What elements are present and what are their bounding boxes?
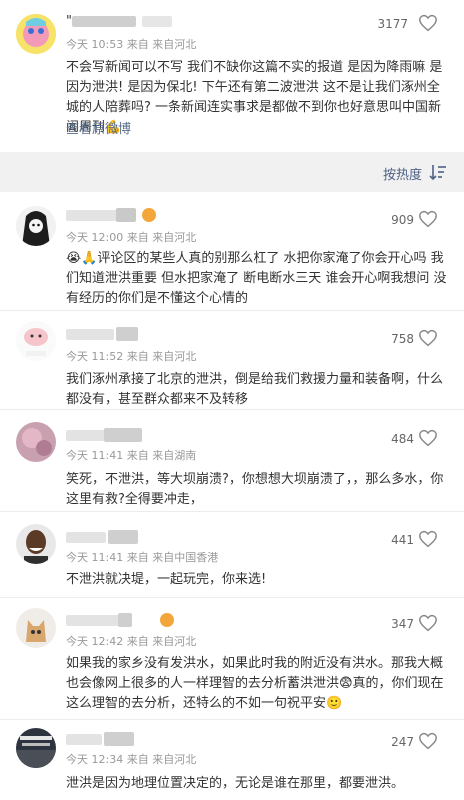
sort-by-hot-label[interactable]: 按热度 (383, 164, 422, 183)
comment-item: 今天 11:52 来自 来自河北 758 我们涿州承接了北京的泄洪，倒是给我们救… (0, 311, 464, 410)
avatar-image (16, 608, 56, 648)
author-name-blur-2 (104, 732, 134, 746)
comment-time: 今天 12:00 来自 来自河北 (66, 231, 197, 244)
author-name-blur-2 (118, 613, 132, 627)
comment-item: 今天 11:41 来自 来自中国香港 441 不泄洪就决堤，一起玩完，你来选! (0, 512, 464, 598)
comment-like-count: 247 (391, 735, 414, 749)
author-name-blur (66, 532, 106, 543)
author-name-blur (66, 329, 114, 340)
comment-like-count: 758 (391, 332, 414, 346)
comment-like-count: 347 (391, 617, 414, 631)
author-name-blur-2 (104, 428, 142, 442)
avatar-image (16, 321, 56, 361)
original-post: " 今天 10:53 来自 来自河北 3177 不会写新闻可以不写 我们不缺你这… (0, 0, 464, 152)
avatar-image (16, 524, 56, 564)
comment-time: 今天 12:34 来自 来自河北 (66, 753, 197, 766)
comment-item: 今天 11:41 来自 来自湖南 484 笑死，不泄洪，等大坝崩溃?，你想想大坝… (0, 410, 464, 512)
comment-text: 笑死，不泄洪，等大坝崩溃?，你想想大坝崩溃了，，那么多水，你这里有救?全得要冲走… (66, 472, 444, 507)
comment-text: 如果我的家乡没有发洪水，如果此时我的附近没有洪水。那我大概也会像网上很多的人一样… (66, 656, 444, 711)
avatar[interactable] (16, 608, 56, 648)
heart-icon[interactable] (418, 732, 438, 750)
heart-icon[interactable] (418, 530, 438, 548)
avatar[interactable] (16, 206, 56, 246)
post-time: 今天 10:53 来自 来自河北 (66, 38, 197, 51)
heart-icon[interactable] (418, 429, 438, 447)
avatar[interactable] (16, 728, 56, 768)
avatar[interactable] (16, 422, 56, 462)
view-original-link[interactable]: 查看原微博 (66, 118, 131, 137)
author-name-blur-2 (116, 208, 136, 222)
author-name-blur-2 (108, 530, 138, 544)
author-name-blur (66, 430, 106, 441)
avatar-image (16, 728, 56, 768)
comment-item: 今天 12:34 来自 来自河北 247 泄洪是因为地理位置决定的，无论是谁在那… (0, 720, 464, 800)
comment-like-count: 909 (391, 213, 414, 227)
heart-icon[interactable] (418, 210, 438, 228)
avatar[interactable] (16, 14, 56, 54)
comment-like-count: 441 (391, 533, 414, 547)
sort-bar: 按热度 (0, 152, 464, 192)
comment-text: 😭🙏评论区的某些人真的别那么杠了 水把你家淹了你会开心吗 我们知道泄洪重要 但水… (66, 251, 447, 306)
avatar[interactable] (16, 524, 56, 564)
author-name-blur (66, 210, 122, 221)
heart-icon[interactable] (418, 329, 438, 347)
comment-time: 今天 11:52 来自 来自河北 (66, 350, 197, 363)
comment-like-count: 484 (391, 432, 414, 446)
sort-icon[interactable] (428, 162, 448, 182)
author-name-blur (72, 16, 136, 27)
post-like-count: 3177 (377, 17, 408, 31)
comment-text: 我们涿州承接了北京的泄洪，倒是给我们救援力量和装备啊，什么都没有，甚至群众都来不… (66, 372, 444, 407)
avatar-image (16, 14, 56, 54)
comment-text: 不泄洪就决堤，一起玩完，你来选! (66, 572, 267, 587)
vip-crown-icon (142, 208, 156, 222)
heart-icon[interactable] (418, 614, 438, 632)
author-name-blur-2 (116, 327, 138, 341)
comment-item: 今天 12:42 来自 来自河北 347 如果我的家乡没有发洪水，如果此时我的附… (0, 598, 464, 720)
comment-time: 今天 11:41 来自 来自湖南 (66, 449, 197, 462)
author-name-blur (66, 615, 122, 626)
author-name-blur-2 (142, 16, 172, 27)
avatar-image (16, 422, 56, 462)
avatar[interactable] (16, 321, 56, 361)
comment-item: 今天 12:00 来自 来自河北 909 😭🙏评论区的某些人真的别那么杠了 水把… (0, 198, 464, 311)
vip-crown-icon (160, 613, 174, 627)
comment-time: 今天 12:42 来自 来自河北 (66, 635, 197, 648)
heart-icon[interactable] (418, 14, 438, 32)
comment-time: 今天 11:41 来自 来自中国香港 (66, 551, 219, 564)
avatar-image (16, 206, 56, 246)
comment-text: 泄洪是因为地理位置决定的，无论是谁在那里，都要泄洪。 (66, 776, 405, 791)
author-name-blur (66, 734, 102, 745)
